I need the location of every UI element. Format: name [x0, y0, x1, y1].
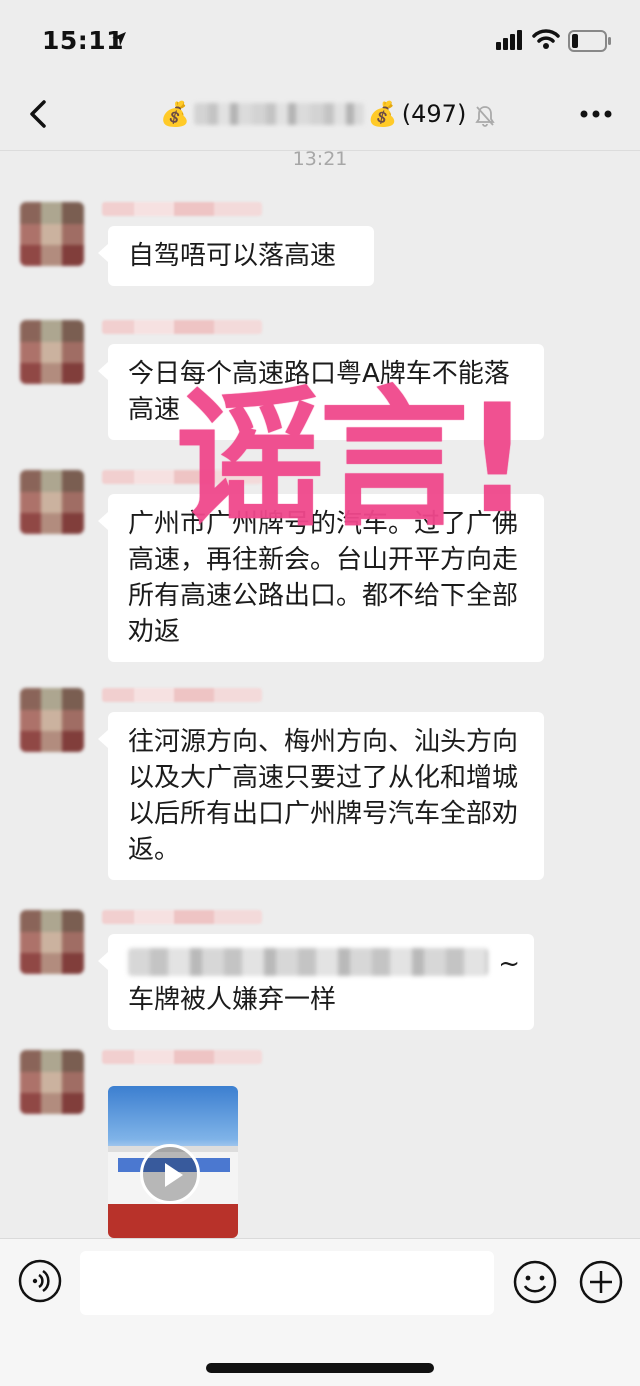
blurred-sender-name: [102, 688, 262, 702]
blurred-group-name: [193, 103, 364, 125]
voice-input-button[interactable]: [18, 1259, 62, 1303]
avatar[interactable]: [20, 1050, 84, 1114]
add-more-button[interactable]: [578, 1259, 624, 1305]
avatar[interactable]: [20, 202, 84, 266]
cellular-signal-icon: [496, 30, 522, 50]
wifi-icon: [532, 29, 560, 49]
money-bag-icon: 💰: [367, 100, 398, 128]
video-banner-image: [108, 1204, 238, 1238]
message-timestamp: 13:21: [292, 148, 348, 170]
message-text: 车牌被人嫌弃一样: [128, 985, 337, 1015]
avatar[interactable]: [20, 688, 84, 752]
avatar[interactable]: [20, 470, 84, 534]
location-arrow-icon: [112, 32, 126, 46]
play-icon[interactable]: [140, 1144, 200, 1204]
video-thumbnail[interactable]: [108, 1086, 238, 1238]
more-options-button[interactable]: [576, 94, 616, 134]
blurred-sender-name: [102, 320, 262, 334]
message-bubble[interactable]: 往河源方向、梅州方向、汕头方向以及大广高速只要过了从化和增城以后所有出口广州牌号…: [98, 712, 544, 880]
chat-header: 💰 💰 (497): [0, 80, 640, 151]
money-bag-icon: 💰: [160, 100, 190, 128]
back-button[interactable]: [20, 94, 60, 134]
input-bar: [0, 1238, 640, 1386]
blurred-sender-name: [102, 1050, 262, 1064]
rumor-stamp: 谣言!: [175, 373, 531, 547]
message-bubble[interactable]: 自驾唔可以落高速: [98, 226, 374, 286]
member-count: (497): [401, 100, 467, 128]
avatar[interactable]: [20, 910, 84, 974]
avatar[interactable]: [20, 320, 84, 384]
muted-bell-icon: [475, 106, 496, 127]
message-bubble[interactable]: ~ 车牌被人嫌弃一样: [98, 934, 534, 1030]
battery-icon: [568, 30, 611, 52]
chat-title[interactable]: 💰 💰 (497): [160, 94, 496, 134]
blurred-text: [128, 948, 488, 976]
blurred-sender-name: [102, 910, 262, 924]
home-indicator[interactable]: [206, 1363, 434, 1373]
message-tail-text: ~: [498, 949, 520, 979]
blurred-sender-name: [102, 202, 262, 216]
emoji-button[interactable]: [512, 1259, 558, 1305]
status-bar: 15:11: [0, 0, 640, 80]
message-input[interactable]: [80, 1251, 494, 1315]
